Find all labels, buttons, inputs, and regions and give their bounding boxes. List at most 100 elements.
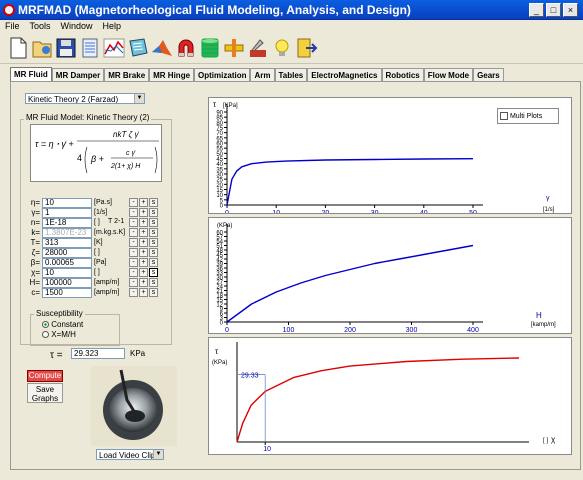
param-decrement-button[interactable]: - [129,218,138,227]
svg-text:c γ̇: c γ̇ [126,150,136,157]
param-value-field[interactable]: 1 [42,208,92,218]
y-tick-label: 55 [216,147,223,153]
x-axis-unit: [1/s] [543,207,555,213]
tab-strip: MR Fluid MR Damper MR Brake MR Hinge Optimiz… [10,67,504,82]
tools-icon[interactable] [246,36,270,60]
model-select[interactable]: Kinetic Theory 2 (Farzad) ▼ [25,93,145,104]
database-icon[interactable] [78,36,102,60]
param-increment-button[interactable]: + [139,268,148,277]
param-decrement-button[interactable]: - [129,228,138,237]
param-increment-button[interactable]: + [139,288,148,297]
param-value-field[interactable]: 1E-18 [42,218,92,228]
multi-plots-checkbox[interactable]: Multi Plots [497,108,559,124]
load-video-label: Load Video Clip [99,451,156,460]
svg-text:nkT ζ γ̇: nkT ζ γ̇ [113,130,139,139]
param-increment-button[interactable]: + [139,248,148,257]
save-graphs-button[interactable]: Save Graphs [27,383,63,403]
param-select-button[interactable]: s [149,258,158,267]
susceptibility-label: Susceptibility [34,309,85,318]
param-increment-button[interactable]: + [139,218,148,227]
matlab-icon[interactable] [150,36,174,60]
minimize-button[interactable]: _ [529,3,544,17]
tab-mr-brake[interactable]: MR Brake [104,68,150,82]
lightbulb-icon[interactable] [270,36,294,60]
param-select-button[interactable]: s [149,288,158,297]
param-value-field[interactable]: 1500 [42,288,92,298]
menu-tools[interactable]: Tools [25,20,56,32]
damper-icon[interactable] [222,36,246,60]
coil-icon[interactable] [198,36,222,60]
x-tick-label: 400 [467,327,479,333]
new-file-icon[interactable] [6,36,30,60]
param-decrement-button[interactable]: - [129,278,138,287]
x-tick-label: 50 [469,210,477,213]
tab-arm[interactable]: Arm [250,68,275,82]
magnet-icon[interactable] [174,36,198,60]
tab-mr-fluid[interactable]: MR Fluid [10,67,52,82]
compute-button[interactable]: Compute [27,370,63,382]
param-value-field[interactable]: 28000 [42,248,92,258]
param-unit: [m.kg.s.K] [94,229,126,236]
param-increment-button[interactable]: + [139,228,148,237]
radio-xmh-icon [42,331,49,339]
param-symbol: c= [31,288,40,297]
tab-mr-hinge[interactable]: MR Hinge [149,68,195,82]
tab-flow-mode[interactable]: Flow Mode [423,68,474,82]
param-value-field[interactable]: 10 [42,268,92,278]
param-select-button[interactable]: s [149,228,158,237]
param-increment-button[interactable]: + [139,198,148,207]
param-value-field[interactable]: 313 [42,238,92,248]
param-select-button[interactable]: s [149,238,158,247]
param-increment-button[interactable]: + [139,238,148,247]
param-increment-button[interactable]: + [139,258,148,267]
menu-help[interactable]: Help [98,20,127,32]
param-value-field[interactable]: 10 [42,198,92,208]
param-decrement-button[interactable]: - [129,208,138,217]
y-tick-label: 50 [216,152,223,158]
series-line [236,357,520,443]
param-symbol: β= [30,258,40,267]
param-value-field[interactable]: 1.3807E-23 [42,228,92,238]
load-video-select[interactable]: Load Video Clip ▼ [96,449,164,460]
save-icon[interactable] [54,36,78,60]
param-decrement-button[interactable]: - [129,268,138,277]
tab-tables[interactable]: Tables [274,68,308,82]
y-axis-unit: (KPa) [212,360,227,366]
param-value-field[interactable]: 100000 [42,278,92,288]
tab-electromagnetics[interactable]: ElectroMagnetics [307,68,382,82]
param-select-button[interactable]: s [149,218,158,227]
param-decrement-button[interactable]: - [129,198,138,207]
radio-constant[interactable]: Constant [42,320,83,329]
param-row: η= 10 [Pa.s] - + s [24,198,174,208]
param-decrement-button[interactable]: - [129,288,138,297]
param-row: χ= 10[ ] - + s [24,268,174,278]
notebook-icon[interactable] [126,36,150,60]
svg-text:4: 4 [77,153,82,163]
param-select-button[interactable]: s [149,268,158,277]
tab-mr-damper[interactable]: MR Damper [51,68,105,82]
tab-gears[interactable]: Gears [473,68,504,82]
param-decrement-button[interactable]: - [129,258,138,267]
menu-window[interactable]: Window [56,20,98,32]
open-file-icon[interactable] [30,36,54,60]
y-axis-title: τ [213,100,217,109]
maximize-button[interactable]: □ [546,3,561,17]
param-select-button[interactable]: s [149,248,158,257]
exit-icon[interactable] [294,36,318,60]
param-value-field[interactable]: 0.00065 [42,258,92,268]
chart-icon[interactable] [102,36,126,60]
param-select-button[interactable]: s [149,208,158,217]
param-increment-button[interactable]: + [139,278,148,287]
param-select-button[interactable]: s [149,198,158,207]
menu-file[interactable]: File [0,20,25,32]
param-symbol: χ= [31,268,40,277]
tab-robotics[interactable]: Robotics [381,68,424,82]
tab-optimization[interactable]: Optimization [194,68,251,82]
param-increment-button[interactable]: + [139,208,148,217]
param-select-button[interactable]: s [149,278,158,287]
param-decrement-button[interactable]: - [129,238,138,247]
svg-text:τ = η ꞏ γ̇ +: τ = η ꞏ γ̇ + [35,139,74,149]
radio-xmh[interactable]: X=M/H [42,330,76,339]
close-button[interactable]: × [563,3,578,17]
param-decrement-button[interactable]: - [129,248,138,257]
